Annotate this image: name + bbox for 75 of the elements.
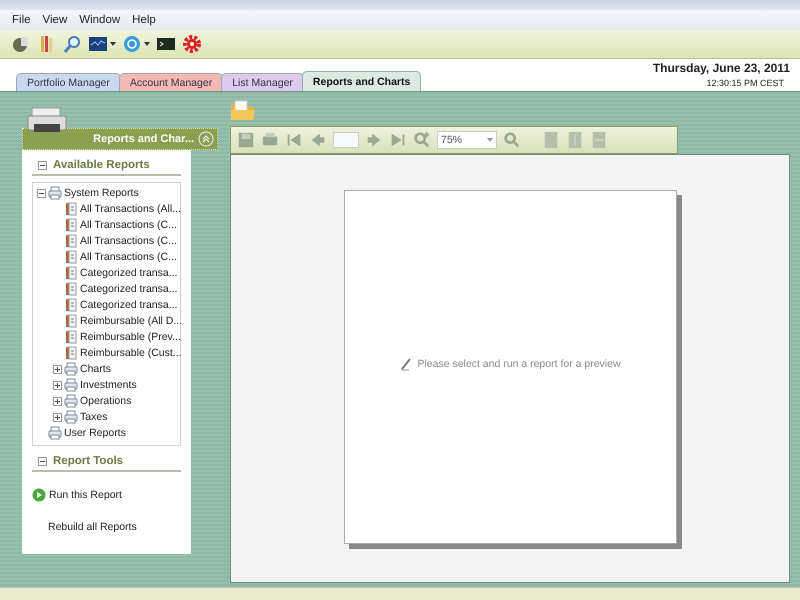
menu-item[interactable]: Window [75, 12, 124, 28]
tab[interactable]: Reports and Charts [302, 71, 422, 91]
printer-icon [48, 186, 62, 200]
zoom-in-icon[interactable] [413, 131, 431, 149]
printer-icon [64, 410, 78, 424]
document-icon [64, 266, 78, 280]
play-icon[interactable] [32, 488, 46, 502]
expand-icon[interactable] [53, 380, 62, 390]
zoom-out-icon[interactable] [503, 131, 521, 149]
expand-icon[interactable] [53, 364, 62, 374]
save-icon[interactable] [237, 131, 255, 149]
collapse-icon[interactable] [38, 456, 47, 466]
section-title: Available Reports [53, 159, 150, 171]
preview-message: Please select and run a report for a preview [417, 358, 621, 370]
document-icon [64, 250, 78, 264]
action-link[interactable]: Run this Report [49, 489, 122, 501]
tree-item[interactable]: Categorized transa... [80, 267, 178, 279]
document-icon [64, 298, 78, 312]
tab[interactable]: Account Manager [118, 73, 224, 91]
document-icon [64, 282, 78, 296]
time-label: 12:30:15 PM CEST [706, 78, 785, 88]
pen-icon [399, 357, 414, 371]
tree-item[interactable]: Reimbursable (Cust... [80, 347, 182, 359]
printer-icon [64, 378, 78, 392]
fit-width-icon[interactable] [590, 131, 608, 149]
tab[interactable]: List Manager [221, 73, 304, 91]
document-icon [64, 330, 78, 344]
first-page-icon[interactable] [285, 131, 303, 149]
last-page-icon[interactable] [389, 131, 407, 149]
chart-monitor-icon[interactable] [88, 34, 108, 54]
caret-icon [487, 138, 493, 142]
document-icon [64, 218, 78, 232]
settings-icon[interactable] [182, 34, 202, 54]
tree-item[interactable]: User Reports [64, 427, 126, 439]
document-icon [64, 202, 78, 216]
expand-icon[interactable] [53, 396, 62, 406]
page-number-field[interactable] [333, 132, 359, 148]
folder-icon[interactable] [230, 98, 256, 122]
page-view-icon[interactable] [542, 131, 560, 149]
tree-item[interactable]: System Reports [64, 187, 139, 199]
tree-item[interactable]: Operations [80, 395, 132, 407]
caret-icon[interactable] [110, 42, 116, 46]
document-icon [64, 314, 78, 328]
caret-icon[interactable] [144, 42, 150, 46]
tree-item[interactable]: Reimbursable (All D... [80, 315, 182, 327]
next-icon[interactable] [365, 131, 383, 149]
section-title: Report Tools [53, 455, 124, 467]
tree-item[interactable]: Investments [80, 379, 137, 391]
tree-item[interactable]: Charts [80, 363, 111, 375]
tree-item[interactable]: Taxes [80, 411, 108, 423]
document-icon [64, 346, 78, 360]
zoom-dropdown[interactable]: 75% [437, 131, 497, 149]
collapse-icon[interactable] [38, 160, 47, 170]
tree-item[interactable]: All Transactions (C... [80, 251, 177, 263]
action-link[interactable]: Rebuild all Reports [48, 521, 137, 533]
printer-icon [48, 426, 62, 440]
collapse-icon[interactable] [37, 188, 46, 198]
tree-item[interactable]: Reimbursable (Prev... [80, 331, 181, 343]
tree-item[interactable]: Categorized transa... [80, 299, 178, 311]
search-icon[interactable] [62, 34, 82, 54]
printer-icon [64, 394, 78, 408]
tree-item[interactable]: All Transactions (C... [80, 219, 177, 231]
tab[interactable]: Portfolio Manager [16, 73, 121, 91]
menu-item[interactable]: File [8, 12, 35, 28]
date-label: Thursday, June 23, 2011 [652, 61, 790, 75]
document-icon [64, 234, 78, 248]
tree-item[interactable]: All Transactions (All... [80, 203, 181, 215]
printer-icon [64, 362, 78, 376]
menu-item[interactable]: Help [128, 12, 160, 28]
menu-item[interactable]: View [38, 12, 72, 28]
fit-height-icon[interactable] [566, 131, 584, 149]
tree-item[interactable]: Categorized transa... [80, 283, 178, 295]
previous-icon[interactable] [309, 131, 327, 149]
tree-item[interactable]: All Transactions (C... [80, 235, 177, 247]
expand-icon[interactable] [53, 412, 62, 422]
